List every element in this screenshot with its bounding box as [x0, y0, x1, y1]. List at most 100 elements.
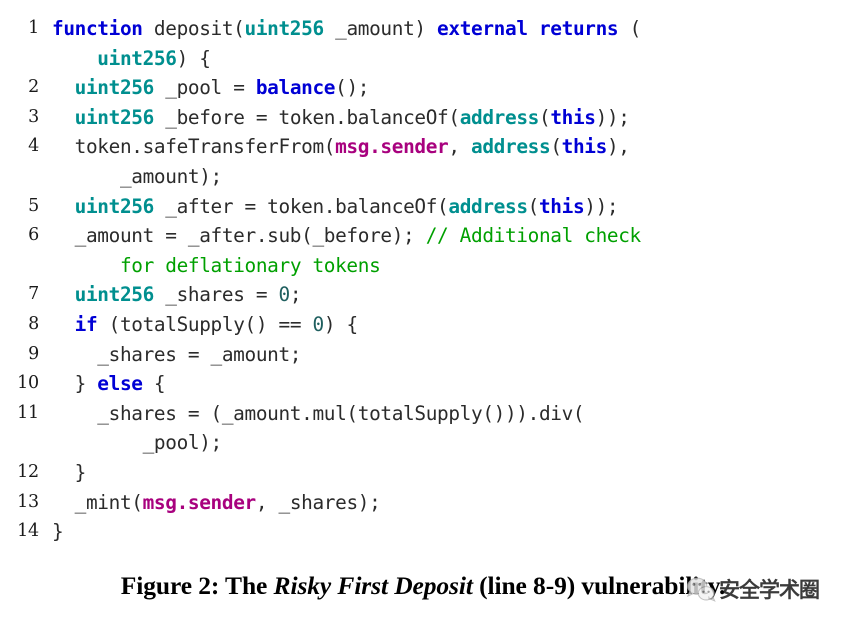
code-token: uint256	[244, 17, 325, 40]
code-token: 0	[278, 283, 291, 307]
code-line-number: 8	[28, 313, 39, 334]
code-line-content: _pool);	[52, 428, 846, 458]
code-token: }	[52, 372, 98, 396]
code-token: ),	[606, 135, 630, 159]
code-token: (totalSupply() ==	[97, 312, 313, 336]
code-line-number: 12	[17, 461, 39, 482]
code-token: _pool =	[153, 76, 256, 100]
code-token: this	[550, 105, 596, 129]
code-line-content: if (totalSupply() == 0) {	[52, 310, 846, 340]
code-token: msg	[335, 135, 370, 159]
code-token: // Additional check	[425, 224, 642, 248]
code-token: _before = token.balanceOf(	[153, 105, 460, 129]
code-line-number: 1	[28, 18, 39, 38]
code-token: deposit(	[142, 17, 245, 40]
code-line-content: _amount = _after.sub(_before); // Additi…	[52, 221, 846, 251]
code-line-number: 5	[28, 195, 39, 216]
code-line-content: _shares = _amount;	[52, 340, 846, 370]
code-line-number: 14	[17, 521, 39, 542]
code-line: 8 if (totalSupply() == 0) {	[0, 310, 846, 340]
code-line: for deflationary tokens	[0, 251, 846, 281]
code-token: .	[369, 135, 381, 159]
code-token: else	[97, 372, 143, 396]
code-token: address	[448, 194, 528, 218]
code-line-content: uint256) {	[52, 44, 846, 74]
code-token: uint256	[74, 76, 155, 100]
code-line: 4 token.safeTransferFrom(msg.sender, add…	[0, 132, 846, 162]
code-token: _amount = _after.sub(_before);	[52, 224, 426, 248]
code-line: _pool);	[0, 428, 846, 458]
code-token: ;	[289, 283, 302, 307]
code-token: balance	[255, 76, 336, 100]
code-token: {	[142, 372, 166, 396]
code-line-number: 9	[28, 343, 39, 364]
code-token: (	[527, 194, 540, 218]
code-token: sender	[187, 490, 256, 514]
code-token: ));	[595, 105, 630, 129]
code-line: 10 } else {	[0, 369, 846, 399]
code-token: uint256	[97, 46, 177, 70]
code-listing: 1 function deposit(uint256 _amount) exter…	[0, 14, 846, 547]
code-line: uint256) {	[0, 44, 846, 74]
code-line-content: function deposit(uint256 _amount) extern…	[52, 14, 846, 44]
code-line-number: 11	[17, 402, 39, 423]
code-line: _amount);	[0, 162, 846, 192]
code-line: 3 uint256 _before = token.balanceOf(addr…	[0, 103, 846, 133]
code-token: this	[561, 135, 608, 159]
figure-container: 1 function deposit(uint256 _amount) exter…	[0, 0, 846, 627]
caption-suffix: (line 8-9) vulnerability.	[472, 571, 726, 600]
code-token: , _shares);	[255, 490, 381, 514]
code-token: if	[74, 312, 98, 336]
code-line: 7 uint256 _shares = 0;	[0, 280, 846, 310]
code-token: msg	[142, 490, 177, 514]
caption-prefix: Figure 2: The	[120, 571, 274, 600]
caption-emphasis: Risky First Deposit	[273, 571, 473, 600]
code-token: ) {	[176, 46, 211, 70]
code-line: 12 }	[0, 458, 846, 488]
code-token: external	[437, 17, 528, 40]
code-token: _after = token.balanceOf(	[153, 194, 449, 218]
code-line-number: 3	[28, 106, 39, 127]
code-line-number: 7	[28, 284, 39, 305]
code-token: address	[459, 105, 540, 129]
code-line: 9 _shares = _amount;	[0, 340, 846, 370]
code-token: ,	[448, 135, 472, 159]
code-token: ) {	[323, 312, 358, 336]
code-token: uint256	[74, 283, 155, 307]
code-token: _pool);	[52, 431, 223, 455]
code-token: .	[176, 490, 189, 514]
code-line-content: uint256 _pool = balance();	[52, 73, 846, 103]
code-line-number: 6	[28, 225, 39, 246]
code-token: _shares = _amount;	[52, 342, 302, 366]
code-line-number: 4	[28, 136, 39, 157]
code-token: _mint(	[52, 490, 143, 514]
code-token: (	[618, 17, 642, 40]
code-token: function	[52, 17, 143, 40]
code-line: 2 uint256 _pool = balance();	[0, 73, 846, 103]
code-token: for deflationary tokens	[119, 253, 381, 277]
code-line: 11 _shares = (_amount.mul(totalSupply())…	[0, 399, 846, 429]
code-line: 1 function deposit(uint256 _amount) exter…	[0, 14, 846, 44]
code-line-number: 10	[17, 373, 39, 394]
code-line-number: 13	[17, 491, 39, 512]
code-line-content: }	[52, 517, 846, 547]
code-token: _amount)	[323, 17, 438, 40]
code-token: address	[471, 135, 551, 159]
code-line-content: uint256 _after = token.balanceOf(address…	[52, 192, 846, 222]
code-token: token.safeTransferFrom(	[52, 135, 336, 159]
code-token: _amount);	[52, 164, 222, 188]
code-token: uint256	[74, 194, 155, 218]
code-line-content: } else {	[52, 369, 846, 399]
code-token: ();	[335, 76, 370, 100]
code-line-content: _amount);	[52, 162, 846, 192]
code-token: ));	[584, 194, 619, 218]
figure-caption: Figure 2: The Risky First Deposit (line …	[0, 571, 846, 601]
code-line-content: _shares = (_amount.mul(totalSupply())).d…	[52, 399, 846, 429]
